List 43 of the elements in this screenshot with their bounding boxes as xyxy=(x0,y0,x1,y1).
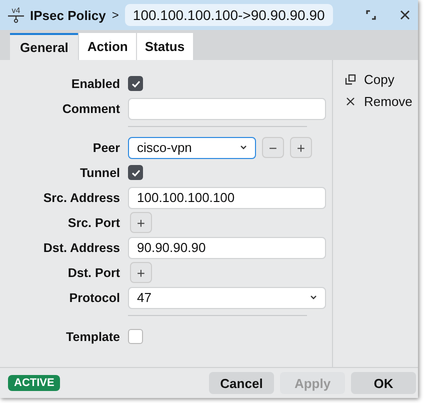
checkbox[interactable] xyxy=(128,165,143,180)
field-label: Src. Address xyxy=(42,190,120,204)
network-icon xyxy=(8,15,24,23)
text-field[interactable]: 100.100.100.100 xyxy=(128,186,326,208)
dropdown[interactable]: 47 xyxy=(128,286,326,308)
tab[interactable]: General xyxy=(10,33,78,60)
breadcrumb-separator: > xyxy=(112,8,119,22)
copy-icon[interactable] xyxy=(345,74,356,84)
add-button[interactable]: + xyxy=(130,212,152,233)
check-icon xyxy=(130,78,140,88)
remove-icon[interactable] xyxy=(345,96,356,106)
caret-icon xyxy=(310,295,317,300)
dropdown[interactable]: cisco-vpn xyxy=(128,136,256,158)
tab[interactable]: Action xyxy=(79,33,136,60)
window-subtitle: 100.100.100.100->90.90.90.90 xyxy=(124,4,333,26)
dialog-button[interactable]: Cancel xyxy=(209,372,274,394)
checkbox[interactable] xyxy=(128,329,143,344)
small-button[interactable]: + xyxy=(290,137,312,158)
field-label: Src. Port xyxy=(66,216,120,230)
text-field[interactable]: 90.90.90.90 xyxy=(128,236,326,258)
field-label: Comment xyxy=(61,102,120,116)
small-button[interactable]: − xyxy=(262,137,284,158)
field-label: Dst. Address xyxy=(42,240,120,254)
status-badge: ACTIVE xyxy=(8,375,60,391)
side-action-link[interactable]: Remove xyxy=(364,94,412,108)
field-label: Peer xyxy=(92,140,120,154)
expand-icon[interactable] xyxy=(366,10,376,20)
tab[interactable]: Status xyxy=(136,33,193,60)
side-action-link[interactable]: Copy xyxy=(364,72,394,86)
field-label: Tunnel xyxy=(78,166,120,180)
field-label: Protocol xyxy=(68,290,120,304)
add-button[interactable]: + xyxy=(130,262,152,283)
check-icon xyxy=(130,168,140,178)
window-title: IPsec Policy xyxy=(30,8,106,22)
field-label: Template xyxy=(65,330,120,344)
caret-icon xyxy=(240,145,247,150)
dialog-button[interactable]: OK xyxy=(351,372,416,394)
field-label: Dst. Port xyxy=(66,266,120,280)
close-icon[interactable] xyxy=(400,10,410,20)
field-label: Enabled xyxy=(70,76,120,90)
text-field[interactable] xyxy=(128,98,326,120)
checkbox[interactable] xyxy=(128,76,143,91)
ipv4-label: v4 xyxy=(12,7,20,15)
